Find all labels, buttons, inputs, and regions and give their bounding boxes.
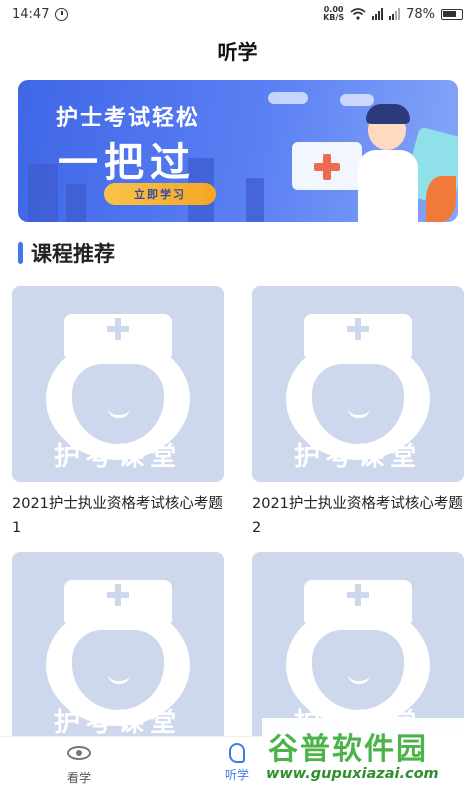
banner-big-text: 一把过 — [58, 139, 196, 186]
thumbnail-label: 护考课堂 — [293, 442, 422, 472]
course-title[interactable]: 2021护士执业资格考试核心考题2 — [252, 492, 472, 540]
doctor-illustration — [358, 150, 418, 222]
course-thumbnail[interactable]: 护考课堂 — [252, 286, 464, 482]
thumbnail-label: 护考课堂 — [53, 442, 182, 472]
battery-icon — [441, 8, 463, 20]
signal-icon-2 — [389, 8, 401, 20]
site-watermark: 谷普软件园 www.gupuxiazai.com — [262, 718, 475, 792]
alarm-icon — [55, 7, 69, 21]
tab-kanxue[interactable]: 看学 — [44, 743, 114, 786]
net-speed: 0.00 KB/S — [323, 5, 345, 22]
eye-icon — [67, 746, 91, 760]
course-thumbnail[interactable]: 护考课堂 — [12, 286, 224, 482]
leaf-decoration — [426, 176, 456, 222]
course-title[interactable]: 2021护士执业资格考试核心考题1 — [12, 492, 232, 540]
course-card[interactable]: 护考课堂 — [12, 552, 224, 748]
status-time: 14:47 — [12, 6, 50, 22]
watermark-name: 谷普软件园 — [268, 732, 428, 767]
section-accent-bar — [18, 242, 23, 264]
battery-level: 78% — [406, 6, 435, 22]
medical-kit-icon — [292, 142, 362, 190]
app-screen: 14:47 0.00 KB/S 78% 听学 护士考试轻松 一把过 立即学习 课… — [0, 0, 475, 792]
section-title: 课程推荐 — [31, 242, 115, 266]
section-header: 课程推荐 — [18, 238, 115, 268]
course-card[interactable]: 护考课堂 2021护士执业资格考试核心考题1 — [12, 286, 224, 540]
ear-icon — [229, 743, 245, 763]
course-card[interactable]: 护考课堂 2021护士执业资格考试核心考题2 — [252, 286, 464, 540]
promo-banner[interactable]: 护士考试轻松 一把过 立即学习 — [18, 80, 458, 222]
signal-icon — [372, 8, 384, 20]
banner-headline: 护士考试轻松 — [56, 106, 201, 131]
status-bar: 14:47 0.00 KB/S 78% — [0, 0, 475, 28]
wifi-icon — [350, 8, 366, 20]
thumbnail-label: 护考课堂 — [53, 708, 182, 738]
tab-label: 看学 — [66, 771, 91, 785]
watermark-url: www.gupuxiazai.com — [266, 766, 439, 782]
page-title: 听学 — [217, 40, 258, 64]
course-thumbnail[interactable]: 护考课堂 — [12, 552, 224, 748]
start-learning-button[interactable]: 立即学习 — [104, 183, 216, 205]
